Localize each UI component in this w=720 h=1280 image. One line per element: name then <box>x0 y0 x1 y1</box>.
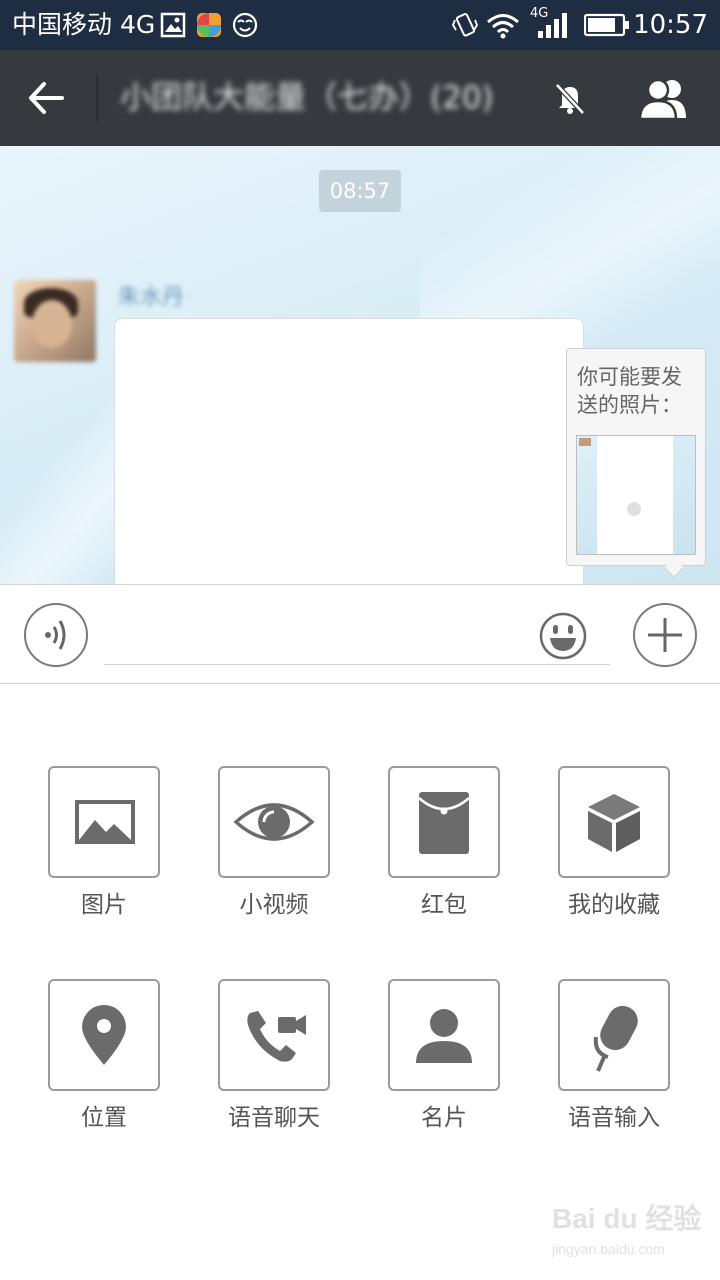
title-divider <box>96 74 98 122</box>
function-panel: 图片 小视频 红包 我的收藏 位置 语音聊天 名片 语音输入 <box>0 684 720 1280</box>
panel-item-voice-chat[interactable]: 语音聊天 <box>178 979 348 1149</box>
panel-item-label: 小视频 <box>239 892 309 918</box>
panel-item-label: 名片 <box>421 1105 467 1131</box>
chat-title: 小团队大能量（七办）(20) <box>120 80 494 116</box>
vibrate-icon <box>452 13 478 37</box>
microphone-icon <box>593 1005 638 1072</box>
message-bubble[interactable] <box>114 318 584 584</box>
voice-toggle-button[interactable] <box>24 603 88 667</box>
app-notification-icon <box>197 13 221 37</box>
panel-item-voice-input[interactable]: 语音输入 <box>518 979 688 1149</box>
panel-tile[interactable] <box>388 979 500 1091</box>
cell-signal-icon <box>538 13 567 38</box>
panel-tile[interactable] <box>48 766 160 878</box>
group-members-button[interactable] <box>634 76 694 122</box>
clock: 10:57 <box>633 10 708 40</box>
panel-item-label: 语音输入 <box>568 1105 660 1131</box>
cube-icon <box>588 794 640 852</box>
mute-indicator <box>552 80 588 116</box>
panel-item-favorites[interactable]: 我的收藏 <box>518 766 688 936</box>
photo-suggestion-text: 你可能要发送的照片： <box>577 365 682 417</box>
avatar-face <box>32 300 72 348</box>
message-input-bar <box>0 584 720 684</box>
location-pin-icon <box>82 1005 126 1065</box>
photo-suggestion-popup[interactable]: 你可能要发送的照片： <box>566 348 706 578</box>
panel-item-label: 位置 <box>81 1105 127 1131</box>
panel-item-label: 红包 <box>421 892 467 918</box>
panel-item-label: 语音聊天 <box>228 1105 320 1131</box>
wifi-icon <box>487 14 519 39</box>
watermark-brand: Bai du 经验 <box>552 1203 702 1234</box>
bell-off-icon <box>555 83 585 115</box>
voice-input-icon <box>45 620 66 650</box>
panel-item-label: 我的收藏 <box>568 892 660 918</box>
person-card-icon <box>416 1009 472 1063</box>
message-timestamp: 08:57 <box>319 170 401 212</box>
panel-item-image[interactable]: 图片 <box>8 766 178 936</box>
phone-video-icon <box>247 1011 306 1062</box>
thumbnail-paper <box>597 436 673 554</box>
panel-item-red-packet[interactable]: 红包 <box>348 766 518 936</box>
image-icon <box>75 800 135 844</box>
panel-tile[interactable] <box>218 979 330 1091</box>
red-packet-icon <box>418 792 470 854</box>
emoji-button[interactable] <box>538 611 588 661</box>
more-functions-button[interactable] <box>633 603 697 667</box>
panel-tile[interactable] <box>558 766 670 878</box>
watermark-url: jingyan.baidu.com <box>552 1241 665 1257</box>
panel-tile[interactable] <box>48 979 160 1091</box>
sender-name: 朱水丹 <box>118 285 185 310</box>
smiley-notification-icon <box>232 12 258 38</box>
thumbnail-dot <box>627 502 641 516</box>
status-bar: 中国移动 4G 4G 10:57 <box>0 0 720 50</box>
message-text-input[interactable] <box>104 611 610 665</box>
battery-icon <box>584 13 629 37</box>
plus-icon <box>648 618 682 652</box>
arrow-left-icon <box>29 82 64 114</box>
sender-avatar[interactable] <box>14 280 96 362</box>
panel-item-label: 图片 <box>81 892 127 918</box>
panel-tile[interactable] <box>218 766 330 878</box>
panel-item-location[interactable]: 位置 <box>8 979 178 1149</box>
emoji-icon <box>539 612 587 660</box>
baidu-jingyan-watermark: Bai du 经验 jingyan.baidu.com <box>552 1200 712 1266</box>
carrier-label: 中国移动 4G <box>12 10 156 39</box>
eye-icon <box>233 803 315 841</box>
back-button[interactable] <box>20 72 76 124</box>
panel-item-business-card[interactable]: 名片 <box>348 979 518 1149</box>
image-notification-icon <box>160 12 186 38</box>
chat-header: 小团队大能量（七办）(20) <box>0 50 720 146</box>
group-icon <box>638 78 686 121</box>
panel-tile[interactable] <box>388 766 500 878</box>
thumbnail-mini-avatar <box>579 438 591 446</box>
panel-item-short-video[interactable]: 小视频 <box>178 766 348 936</box>
panel-tile[interactable] <box>558 979 670 1091</box>
suggested-photo-thumbnail[interactable] <box>576 435 696 555</box>
